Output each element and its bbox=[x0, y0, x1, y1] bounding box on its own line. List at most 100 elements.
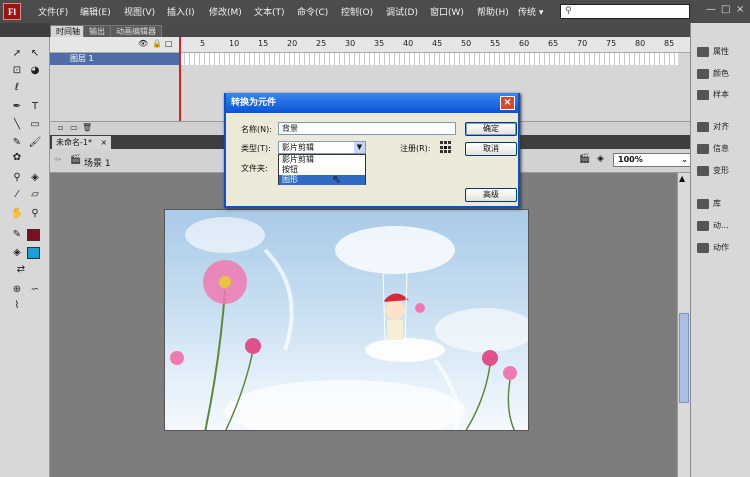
menu-help[interactable]: 帮助(H) bbox=[477, 5, 509, 18]
swap-colors-icon[interactable]: ⇄ bbox=[14, 263, 28, 276]
panel-color[interactable]: 颜色 bbox=[697, 68, 729, 79]
eraser-tool-icon[interactable]: ▱ bbox=[28, 188, 42, 201]
symbol-name-input[interactable]: 背景 bbox=[278, 122, 456, 135]
advanced-button[interactable]: 高级 bbox=[465, 188, 517, 202]
symbol-type-select[interactable]: 影片剪辑 ▼ bbox=[278, 141, 366, 154]
registration-grid[interactable] bbox=[440, 141, 454, 154]
scroll-up-icon[interactable]: ▲ bbox=[679, 174, 685, 183]
dialog-close-button[interactable]: × bbox=[500, 96, 515, 110]
hand-tool-icon[interactable]: ✋ bbox=[10, 207, 24, 220]
back-arrow-icon[interactable]: ⇦ bbox=[54, 155, 62, 165]
menu-edit[interactable]: 编辑(E) bbox=[80, 5, 111, 18]
folder-label: 文件夹: bbox=[241, 164, 268, 173]
toolbox-header bbox=[0, 23, 50, 37]
smooth-icon[interactable]: ∽ bbox=[28, 283, 42, 296]
frame-ruler[interactable]: 👁 🔒 □ 5 10 15 20 25 30 35 40 45 50 55 60… bbox=[50, 37, 690, 53]
fill-color-swatch[interactable] bbox=[27, 247, 40, 259]
vertical-scrollbar[interactable]: ▲ bbox=[677, 173, 690, 477]
panel-swatches[interactable]: 样本 bbox=[697, 89, 729, 100]
straighten-icon[interactable]: ⌇ bbox=[10, 299, 24, 312]
brush-tool-icon[interactable]: 🖌 bbox=[28, 136, 42, 149]
tab-output[interactable]: 输出 bbox=[83, 25, 111, 37]
frame-number: 65 bbox=[548, 39, 559, 48]
dialog-title: 转换为元件 bbox=[226, 93, 518, 113]
frame-number: 35 bbox=[374, 39, 385, 48]
option-graphic[interactable]: 图形 bbox=[279, 175, 365, 185]
stroke-color-swatch[interactable] bbox=[27, 229, 40, 241]
pencil-tool-icon[interactable]: ✎ bbox=[10, 136, 24, 149]
stage-canvas[interactable] bbox=[164, 209, 529, 431]
timeline-tabbar: 时间轴 输出 动画编辑器 bbox=[50, 23, 690, 37]
menu-modify[interactable]: 修改(M) bbox=[209, 5, 242, 18]
layer-row[interactable]: 图层 1 bbox=[50, 53, 690, 65]
panel-info[interactable]: 信息 bbox=[697, 143, 729, 154]
scroll-thumb[interactable] bbox=[679, 313, 689, 403]
selection-tool-icon[interactable]: ➚ bbox=[10, 47, 24, 60]
workspace-switcher[interactable]: 传统 ▾ bbox=[518, 5, 543, 18]
lasso-tool-icon[interactable]: ℓ bbox=[10, 81, 24, 94]
rectangle-tool-icon[interactable]: ▭ bbox=[28, 118, 42, 131]
ok-button[interactable]: 确定 bbox=[465, 122, 517, 136]
new-layer-icon[interactable]: ▫ bbox=[58, 123, 63, 132]
close-tab-icon[interactable]: × bbox=[101, 138, 108, 147]
tab-timeline[interactable]: 时间轴 bbox=[50, 25, 86, 37]
3d-rotation-tool-icon[interactable]: ◕ bbox=[28, 64, 42, 77]
paint-bucket-tool-icon[interactable]: ◈ bbox=[28, 171, 42, 184]
new-folder-icon[interactable]: ▭ bbox=[70, 123, 78, 132]
free-transform-tool-icon[interactable]: ⊡ bbox=[10, 64, 24, 77]
cancel-button[interactable]: 取消 bbox=[465, 142, 517, 156]
menu-commands[interactable]: 命令(C) bbox=[297, 5, 328, 18]
right-panel-dock: 属性 颜色 样本 对齐 信息 变形 库 动... 动作 bbox=[690, 23, 750, 477]
document-title: 未命名-1* bbox=[56, 138, 92, 147]
text-tool-icon[interactable]: T bbox=[28, 100, 42, 113]
frame-number: 25 bbox=[316, 39, 327, 48]
lock-icon[interactable]: 🔒 bbox=[152, 39, 162, 48]
document-tab[interactable]: 未命名-1* × bbox=[52, 136, 112, 149]
eye-icon[interactable]: 👁 bbox=[138, 39, 148, 48]
menu-insert[interactable]: 插入(I) bbox=[167, 5, 195, 18]
menu-debug[interactable]: 调试(D) bbox=[386, 5, 418, 18]
menu-text[interactable]: 文本(T) bbox=[254, 5, 285, 18]
menu-file[interactable]: 文件(F) bbox=[38, 5, 68, 18]
convert-to-symbol-dialog: 转换为元件 × 名称(N): 背景 类型(T): 影片剪辑 ▼ 影片剪辑 按钮 … bbox=[224, 93, 520, 208]
close-window-button[interactable]: × bbox=[736, 4, 744, 15]
scene-label[interactable]: 场景 1 bbox=[84, 156, 111, 169]
panel-actions[interactable]: 动作 bbox=[697, 242, 729, 253]
pen-tool-icon[interactable]: ✒ bbox=[10, 100, 24, 113]
eyedropper-tool-icon[interactable]: ⁄ bbox=[10, 188, 24, 201]
bone-tool-icon[interactable]: ⚲ bbox=[10, 171, 24, 184]
panel-transform[interactable]: 变形 bbox=[697, 165, 729, 176]
menu-view[interactable]: 视图(V) bbox=[124, 5, 155, 18]
zoom-select[interactable]: 100% ⌄ bbox=[613, 153, 691, 167]
search-input[interactable]: ⚲ bbox=[560, 4, 690, 19]
option-button[interactable]: 按钮 bbox=[279, 165, 365, 175]
panel-library[interactable]: 库 bbox=[697, 198, 721, 209]
panel-align[interactable]: 对齐 bbox=[697, 121, 729, 132]
minimize-button[interactable]: — bbox=[706, 4, 716, 15]
edit-symbol-icon[interactable]: ◈ bbox=[597, 154, 604, 164]
restore-button[interactable]: □ bbox=[721, 4, 730, 15]
panel-motion-presets[interactable]: 动... bbox=[697, 220, 729, 231]
frame-number: 30 bbox=[345, 39, 356, 48]
tab-motion-editor[interactable]: 动画编辑器 bbox=[110, 25, 162, 37]
option-movie-clip[interactable]: 影片剪辑 bbox=[279, 155, 365, 165]
frame-number: 45 bbox=[432, 39, 443, 48]
menu-window[interactable]: 窗口(W) bbox=[430, 5, 464, 18]
outline-icon[interactable]: □ bbox=[165, 39, 173, 48]
frame-cells[interactable] bbox=[180, 53, 678, 65]
menu-control[interactable]: 控制(O) bbox=[341, 5, 373, 18]
frame-number: 80 bbox=[635, 39, 646, 48]
layer-name[interactable]: 图层 1 bbox=[50, 53, 180, 65]
snap-to-objects-icon[interactable]: ⊕ bbox=[10, 283, 24, 296]
deco-tool-icon[interactable]: ✿ bbox=[10, 151, 24, 164]
edit-scene-icon[interactable]: 🎬 bbox=[579, 154, 590, 164]
subselection-tool-icon[interactable]: ↖ bbox=[28, 47, 42, 60]
zoom-tool-icon[interactable]: ⚲ bbox=[28, 207, 42, 220]
transform-icon bbox=[697, 165, 709, 176]
frame-number: 15 bbox=[258, 39, 269, 48]
chevron-down-icon[interactable]: ▼ bbox=[354, 142, 365, 153]
panel-properties[interactable]: 属性 bbox=[697, 46, 729, 57]
delete-layer-icon[interactable]: 🗑 bbox=[82, 123, 92, 132]
color-icon bbox=[697, 68, 709, 79]
line-tool-icon[interactable]: ╲ bbox=[10, 118, 24, 131]
